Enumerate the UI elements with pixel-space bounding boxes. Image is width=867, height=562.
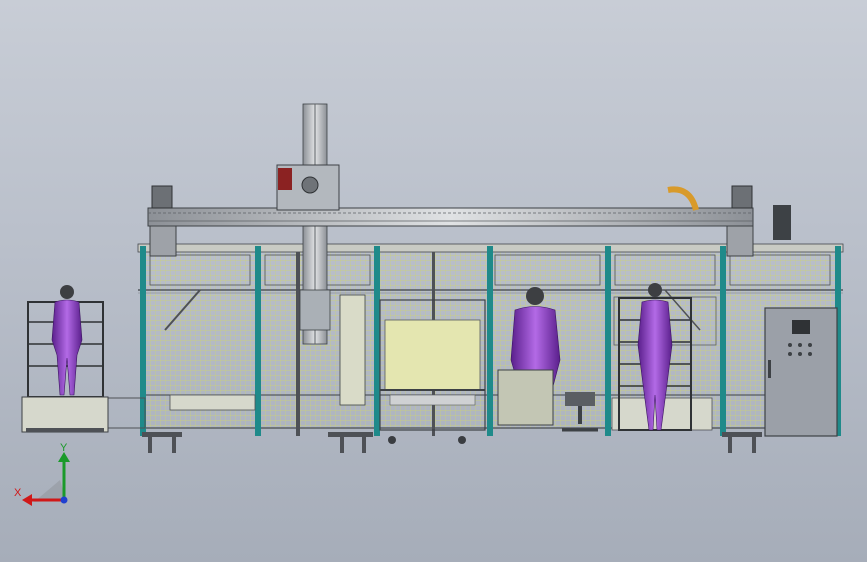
gantry-beam	[147, 164, 791, 257]
assembly-drawing	[21, 103, 844, 453]
y-axis-label: Y	[60, 442, 68, 454]
x-axis-label: X	[14, 487, 22, 499]
control-cabinet	[764, 307, 838, 437]
left-mannequin-fixture	[21, 285, 109, 433]
mannequin-left	[51, 285, 83, 396]
cad-viewport[interactable]: Y X	[0, 0, 867, 562]
